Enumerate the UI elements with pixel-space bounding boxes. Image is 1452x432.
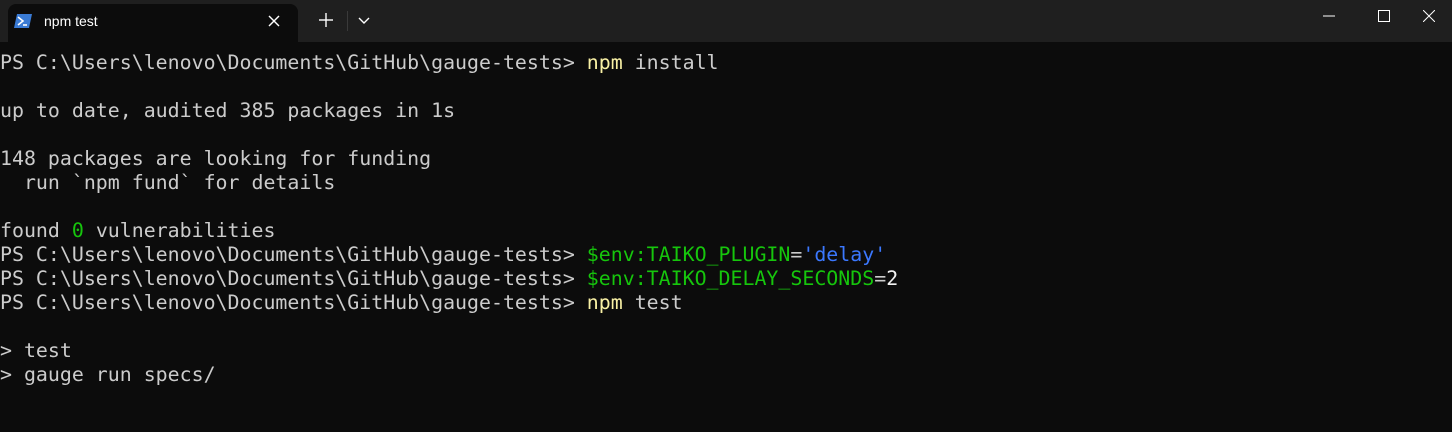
number-value: 2: [886, 267, 899, 290]
close-icon: [268, 15, 280, 27]
tab-npm-test[interactable]: npm test: [8, 4, 298, 42]
terminal-line: run `npm fund` for details: [0, 171, 336, 194]
close-icon: [1423, 10, 1435, 22]
command-args: install: [622, 51, 719, 74]
prompt: PS C:\Users\lenovo\Documents\GitHub\gaug…: [0, 51, 587, 74]
title-bar: npm test: [0, 0, 1452, 42]
terminal-line: PS C:\Users\lenovo\Documents\GitHub\gaug…: [0, 267, 898, 291]
output-text: vulnerabilities: [83, 219, 276, 242]
vulnerability-count: 0: [71, 219, 84, 242]
tab-title: npm test: [44, 13, 98, 29]
output-text: found: [0, 219, 72, 242]
tab-dropdown-button[interactable]: [354, 10, 374, 30]
powershell-icon: [14, 14, 32, 28]
terminal-line: > gauge run specs/: [0, 363, 216, 386]
command: npm: [586, 291, 623, 314]
terminal-line: PS C:\Users\lenovo\Documents\GitHub\gaug…: [0, 291, 683, 315]
prompt: PS C:\Users\lenovo\Documents\GitHub\gaug…: [0, 267, 587, 290]
maximize-icon: [1378, 10, 1390, 22]
env-variable: $env:TAIKO_PLUGIN: [586, 243, 791, 266]
plus-icon: [319, 13, 333, 27]
new-tab-button[interactable]: [314, 8, 338, 32]
command: npm: [586, 51, 623, 74]
terminal-line: 148 packages are looking for funding: [0, 147, 432, 170]
tab-separator: [347, 11, 348, 31]
maximize-button[interactable]: [1361, 0, 1407, 32]
minimize-button[interactable]: [1306, 0, 1352, 32]
terminal-line: > test: [0, 339, 72, 362]
close-window-button[interactable]: [1406, 0, 1452, 32]
chevron-down-icon: [358, 17, 370, 24]
terminal-line: PS C:\Users\lenovo\Documents\GitHub\gaug…: [0, 243, 886, 267]
minimize-icon: [1323, 15, 1335, 17]
tab-close-button[interactable]: [264, 11, 284, 31]
string-value: 'delay': [802, 243, 887, 266]
command-args: test: [622, 291, 683, 314]
operator: =: [790, 243, 803, 266]
prompt: PS C:\Users\lenovo\Documents\GitHub\gaug…: [0, 243, 587, 266]
terminal-line: up to date, audited 385 packages in 1s: [0, 99, 456, 122]
terminal-line: found 0 vulnerabilities: [0, 219, 275, 243]
operator: =: [874, 267, 887, 290]
prompt: PS C:\Users\lenovo\Documents\GitHub\gaug…: [0, 291, 587, 314]
terminal-line: PS C:\Users\lenovo\Documents\GitHub\gaug…: [0, 51, 719, 75]
env-variable: $env:TAIKO_DELAY_SECONDS: [586, 267, 875, 290]
terminal-output[interactable]: PS C:\Users\lenovo\Documents\GitHub\gaug…: [0, 42, 1452, 432]
